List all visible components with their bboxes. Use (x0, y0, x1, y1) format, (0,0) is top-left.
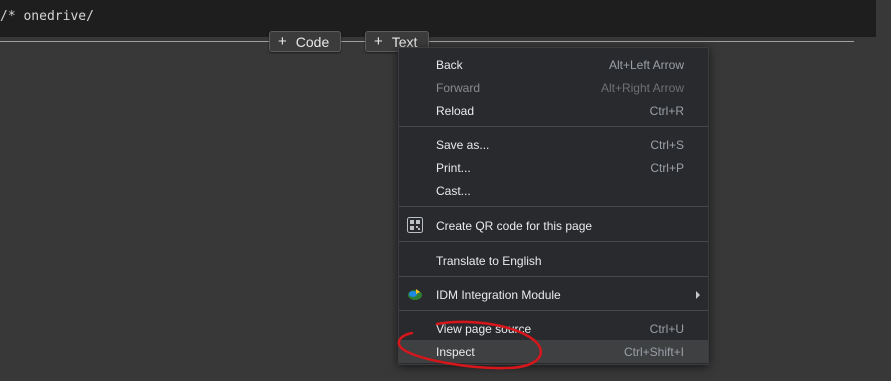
menu-item-idm[interactable]: IDM Integration Module (399, 283, 708, 306)
plus-icon: + (374, 33, 383, 50)
idm-icon (407, 286, 423, 302)
menu-item-label: Forward (436, 81, 481, 95)
qr-code-icon (407, 217, 423, 233)
menu-item-translate[interactable]: Translate to English (399, 249, 708, 272)
chevron-right-icon (696, 291, 700, 299)
menu-separator (399, 310, 708, 311)
menu-item-print[interactable]: Print... Ctrl+P (399, 156, 708, 179)
menu-item-label: Create QR code for this page (436, 219, 593, 233)
menu-item-label: View page source (436, 322, 532, 336)
code-cell-text: /* onedrive/ (0, 9, 94, 24)
menu-item-inspect[interactable]: Inspect Ctrl+Shift+I (399, 340, 708, 363)
code-cell[interactable]: /* onedrive/ (0, 0, 876, 37)
notebook-page: /* onedrive/ + Code + Text Back Alt+Left… (0, 0, 891, 381)
menu-item-label: IDM Integration Module (436, 288, 561, 302)
menu-item-label: Cast... (436, 184, 471, 198)
menu-item-label: Save as... (436, 138, 490, 152)
add-code-label: Code (295, 33, 330, 50)
menu-item-cast[interactable]: Cast... (399, 179, 708, 202)
menu-separator (399, 206, 708, 207)
menu-item-reload[interactable]: Reload Ctrl+R (399, 99, 708, 122)
menu-item-view-source[interactable]: View page source Ctrl+U (399, 317, 708, 340)
context-menu: Back Alt+Left Arrow Forward Alt+Right Ar… (398, 47, 709, 365)
right-gutter (876, 0, 891, 381)
menu-item-shortcut: Ctrl+R (649, 104, 684, 118)
menu-item-shortcut: Alt+Right Arrow (600, 81, 684, 95)
menu-item-back[interactable]: Back Alt+Left Arrow (399, 53, 708, 76)
menu-item-shortcut: Ctrl+P (650, 161, 684, 175)
menu-separator (399, 241, 708, 242)
menu-item-shortcut: Ctrl+S (650, 138, 684, 152)
menu-item-save-as[interactable]: Save as... Ctrl+S (399, 133, 708, 156)
add-code-cell-button[interactable]: + Code (269, 31, 341, 52)
plus-icon: + (278, 33, 287, 50)
menu-item-label: Print... (436, 161, 471, 175)
menu-item-label: Translate to English (436, 254, 542, 268)
menu-item-shortcut: Alt+Left Arrow (608, 58, 684, 72)
menu-separator (399, 276, 708, 277)
menu-item-label: Back (436, 58, 463, 72)
menu-separator (399, 126, 708, 127)
menu-item-label: Inspect (436, 345, 475, 359)
menu-item-qr-code[interactable]: Create QR code for this page (399, 214, 708, 237)
menu-item-label: Reload (436, 104, 475, 118)
menu-item-shortcut: Ctrl+Shift+I (623, 345, 684, 359)
menu-item-shortcut: Ctrl+U (649, 322, 684, 336)
menu-item-forward: Forward Alt+Right Arrow (399, 76, 708, 99)
